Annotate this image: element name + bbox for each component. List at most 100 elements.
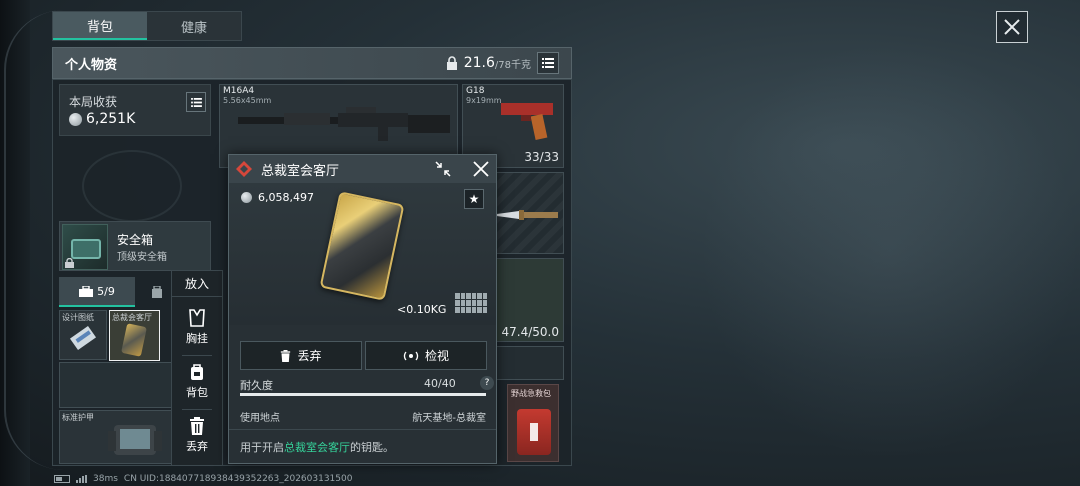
battery-icon [54,475,70,483]
trash-icon [190,416,204,435]
item-value-row: 6,058,497 [241,191,314,204]
status-footer: 38ms CN UID:18840771893843935226​3_20260… [54,472,352,486]
popup-divider [229,429,496,430]
close-icon [1004,19,1020,35]
discard-button-label: 丢弃 [297,349,322,363]
favorite-button[interactable]: ★ [464,189,484,209]
secondary-weapon-name: G18 [466,86,485,96]
medkit-icon [517,409,551,455]
bag-count: 5/9 [97,284,115,298]
faction-emblem [82,150,182,222]
item-size-grid-icon [455,293,487,313]
discard-button[interactable]: 丢弃 [240,341,362,370]
durability-row: 耐久度 40/40 ? [240,376,494,393]
star-icon: ★ [468,192,480,206]
popup-close-button[interactable] [471,159,491,179]
durability-bar [240,393,486,396]
collapse-icon [435,161,451,177]
background-light [700,40,1080,460]
backpack-capacity: 47.4/50.0 [501,325,559,339]
discard-item[interactable]: 丢弃 [172,409,222,461]
durability-value: 40/40 [424,377,456,390]
haul-value: 6,251K [86,111,136,127]
sort-list-button[interactable] [537,52,559,74]
item-label: 设计图纸 [62,313,94,322]
item-preview: 6,058,497 ★ <0.10KG [229,183,496,325]
safe-box-subtitle: 顶级安全箱 [117,252,167,263]
tab-backpack[interactable]: 背包 [53,12,147,40]
put-into-chest-rig[interactable]: 胸挂 [172,301,222,353]
inventory-header: 个人物资 21.6/78千克 [52,47,572,79]
close-button[interactable] [996,11,1028,43]
item-detail-popup: 总裁室会客厅 6,058,497 ★ <0.10KG 丢弃 检视 耐久度 40/… [228,154,497,464]
ping-value: 38ms [93,474,118,484]
use-location-row: 使用地点 航天基地-总裁室 [240,409,486,424]
weight-current: 21.6 [463,55,495,71]
help-button[interactable]: ? [480,376,494,390]
use-location-label: 使用地点 [240,413,280,424]
put-into-backpack-label: 背包 [186,385,208,399]
medkit-label: 野战急救包 [511,389,551,398]
backpack-icon [191,363,203,380]
item-description: 用于开启总裁室会客厅的钥匙。 [240,439,490,455]
keycard-thumbnail [121,323,147,357]
desc-suffix: 的钥匙。 [350,441,394,454]
put-into-header: 放入 [172,271,222,297]
keycard-image [319,191,405,301]
put-into-chest-rig-label: 胸挂 [186,331,208,345]
collapse-button[interactable] [433,159,453,179]
item-label: 总裁会客厅 [112,313,152,322]
haul-value-row: 6,251K [69,111,135,127]
medkit-slot[interactable]: 野战急救包 [507,384,559,462]
backpack-small-icon [152,286,162,298]
armor-slot[interactable]: 标准护甲 [59,410,172,464]
signal-icon [76,475,87,483]
put-into-backpack[interactable]: 背包 [172,355,222,407]
briefcase-icon [79,285,94,297]
empty-slot[interactable] [59,362,172,408]
close-icon [473,161,489,177]
safe-box-name: 安全箱 [117,233,154,247]
weight-max: /78千克 [494,59,531,71]
rifle-icon [238,107,450,141]
haul-title: 本局收获 [69,95,118,109]
item-value: 6,058,497 [258,191,314,204]
popup-header: 总裁室会客厅 [229,155,496,183]
inspect-icon [403,351,419,360]
coin-icon [69,112,82,126]
armor-icon [108,425,162,455]
top-tabs: 背包 健康 [52,11,242,41]
inspect-button-label: 检视 [424,349,449,363]
lock-icon [65,258,74,268]
trash-icon [281,349,291,362]
tab-health[interactable]: 健康 [147,12,241,40]
safe-box-slot[interactable]: 安全箱 顶级安全箱 [59,221,211,271]
container-tabs: 5/9 [59,277,179,307]
inspect-button[interactable]: 检视 [365,341,487,370]
knife-icon [489,210,558,220]
item-slot-design-drawing[interactable]: 设计图纸 [59,310,107,360]
item-weight: <0.10KG [397,303,447,316]
use-location-value: 航天基地-总裁室 [412,413,486,424]
tab-chest-rig[interactable]: 5/9 [59,277,135,307]
haul-card: 本局收获 6,251K [59,84,211,136]
weight-lock-icon [446,56,457,70]
pistol-icon [501,103,553,140]
secondary-ammo-count: 33/33 [524,150,559,164]
desc-prefix: 用于开启 [240,441,284,454]
durability-label: 耐久度 [240,379,273,392]
chest-rig-icon [189,308,205,327]
coin-icon [241,192,252,203]
key-rarity-badge-icon [236,161,252,177]
blueprint-icon [69,325,97,351]
list-icon [542,58,554,68]
popup-title: 总裁室会客厅 [261,163,340,179]
question-icon: ? [484,378,490,388]
durability-fill [240,393,486,396]
desc-highlight: 总裁室会客厅 [284,441,350,454]
secondary-weapon-caliber: 9x19mm [466,96,502,105]
haul-list-button[interactable] [186,92,206,112]
item-slot-ceo-key[interactable]: 总裁会客厅 [109,310,160,361]
primary-weapon-name: M16A4 [223,86,255,96]
list-icon [190,97,202,107]
